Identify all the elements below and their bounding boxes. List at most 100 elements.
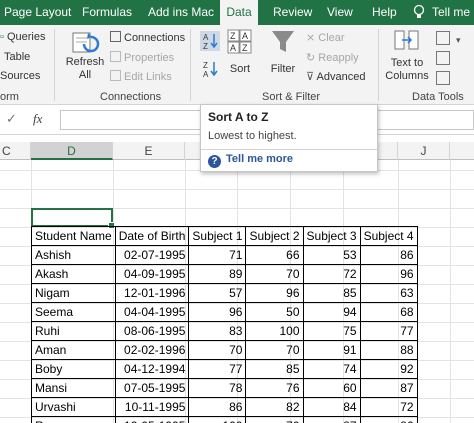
tab-view[interactable]: View: [327, 0, 353, 25]
score-cell[interactable]: 100: [188, 416, 247, 423]
properties-button[interactable]: Properties: [110, 51, 174, 64]
date-of-birth-cell[interactable]: 04-09-1995: [114, 264, 190, 284]
score-cell[interactable]: 74: [302, 359, 361, 379]
score-cell[interactable]: 89: [188, 264, 247, 284]
table-header-cell[interactable]: Student Name: [31, 226, 116, 246]
checkmark-icon[interactable]: ✓: [6, 111, 17, 127]
score-cell[interactable]: 70: [245, 264, 304, 284]
score-cell[interactable]: 86: [188, 397, 247, 417]
chevron-down-icon[interactable]: ▾: [456, 35, 461, 46]
student-name-cell[interactable]: Ashish: [31, 245, 116, 265]
score-cell[interactable]: 70: [245, 340, 304, 360]
date-of-birth-cell[interactable]: 07-05-1995: [114, 378, 190, 398]
score-cell[interactable]: 60: [302, 378, 361, 398]
tab-review[interactable]: Review: [273, 0, 312, 25]
column-header-j[interactable]: J: [398, 142, 450, 160]
score-cell[interactable]: 85: [245, 359, 304, 379]
reapply-button[interactable]: ↻ Reapply: [306, 51, 359, 64]
score-cell[interactable]: 96: [359, 264, 418, 284]
student-name-cell[interactable]: Ruhi: [31, 321, 116, 341]
tab-formulas[interactable]: Formulas: [82, 0, 132, 25]
student-name-cell[interactable]: Boby: [31, 359, 116, 379]
table-button[interactable]: Table: [4, 51, 30, 63]
column-header-e[interactable]: E: [113, 142, 185, 160]
score-cell[interactable]: 57: [188, 283, 247, 303]
edit-links-button[interactable]: Edit Links: [110, 70, 172, 83]
score-cell[interactable]: 53: [302, 245, 361, 265]
score-cell[interactable]: 66: [245, 245, 304, 265]
sort-button[interactable]: ZAAZ Sort: [224, 28, 256, 88]
student-name-cell[interactable]: Urvashi: [31, 397, 116, 417]
score-cell[interactable]: 78: [188, 378, 247, 398]
student-name-cell[interactable]: Seema: [31, 302, 116, 322]
clear-button[interactable]: ⨯ Clear: [306, 31, 345, 44]
date-of-birth-cell[interactable]: 04-04-1995: [114, 302, 190, 322]
recent-sources-button[interactable]: Sources: [0, 70, 40, 82]
tab-data[interactable]: Data: [220, 0, 258, 25]
date-of-birth-cell[interactable]: 04-12-1994: [114, 359, 190, 379]
date-of-birth-cell[interactable]: 10-11-1995: [114, 397, 190, 417]
table-header-cell[interactable]: Date of Birth: [114, 226, 190, 246]
score-cell[interactable]: 84: [302, 397, 361, 417]
score-cell[interactable]: 91: [302, 340, 361, 360]
table-header-cell[interactable]: Subject 3: [302, 226, 361, 246]
score-cell[interactable]: 77: [188, 359, 247, 379]
score-cell[interactable]: 77: [359, 321, 418, 341]
score-cell[interactable]: 68: [359, 302, 418, 322]
sort-z-to-a-button[interactable]: ZA: [200, 59, 220, 79]
queries-button[interactable]: ▫ Queries: [0, 31, 46, 43]
function-icon[interactable]: fx: [33, 111, 42, 127]
column-header-d[interactable]: D: [31, 142, 113, 160]
score-cell[interactable]: 86: [359, 416, 418, 423]
score-cell[interactable]: 72: [302, 264, 361, 284]
connections-button[interactable]: Connections: [110, 31, 185, 44]
filter-button[interactable]: Filter: [266, 28, 300, 88]
score-cell[interactable]: 94: [302, 302, 361, 322]
table-header-cell[interactable]: Subject 4: [359, 226, 418, 246]
active-cell[interactable]: [31, 208, 115, 229]
tell-me-box[interactable]: Tell me: [432, 0, 470, 25]
score-cell[interactable]: 85: [302, 283, 361, 303]
score-cell[interactable]: 92: [359, 359, 418, 379]
tab-add-ins-mac[interactable]: Add ins Mac: [148, 0, 214, 25]
column-header-c[interactable]: C: [0, 142, 31, 160]
score-cell[interactable]: 72: [359, 397, 418, 417]
score-cell[interactable]: 75: [302, 321, 361, 341]
tab-help[interactable]: Help: [372, 0, 397, 25]
text-to-columns-button[interactable]: Text to Columns: [384, 28, 430, 88]
remove-duplicates-button[interactable]: [436, 51, 450, 65]
score-cell[interactable]: 70: [188, 340, 247, 360]
student-name-cell[interactable]: Raman: [31, 416, 116, 423]
date-of-birth-cell[interactable]: 08-06-1995: [114, 321, 190, 341]
table-header-cell[interactable]: Subject 1: [188, 226, 247, 246]
score-cell[interactable]: 87: [302, 416, 361, 423]
date-of-birth-cell[interactable]: 12-01-1996: [114, 283, 190, 303]
score-cell[interactable]: 82: [245, 397, 304, 417]
tab-page-layout[interactable]: Page Layout: [4, 0, 71, 25]
score-cell[interactable]: 96: [245, 283, 304, 303]
score-cell[interactable]: 70: [245, 416, 304, 423]
date-of-birth-cell[interactable]: 12-05-1995: [114, 416, 190, 423]
score-cell[interactable]: 83: [188, 321, 247, 341]
score-cell[interactable]: 88: [359, 340, 418, 360]
table-header-cell[interactable]: Subject 2: [245, 226, 304, 246]
score-cell[interactable]: 50: [245, 302, 304, 322]
student-name-cell[interactable]: Nigam: [31, 283, 116, 303]
student-name-cell[interactable]: Aman: [31, 340, 116, 360]
score-cell[interactable]: 71: [188, 245, 247, 265]
sort-a-to-z-button[interactable]: AZ: [200, 31, 220, 51]
score-cell[interactable]: 76: [245, 378, 304, 398]
score-cell[interactable]: 63: [359, 283, 418, 303]
refresh-all-button[interactable]: Refresh All: [64, 28, 106, 88]
score-cell[interactable]: 96: [188, 302, 247, 322]
date-of-birth-cell[interactable]: 02-07-1995: [114, 245, 190, 265]
flash-fill-button[interactable]: [436, 31, 450, 45]
date-of-birth-cell[interactable]: 02-02-1996: [114, 340, 190, 360]
data-validation-button[interactable]: [436, 71, 450, 85]
student-name-cell[interactable]: Mansi: [31, 378, 116, 398]
score-cell[interactable]: 100: [245, 321, 304, 341]
tell-me-more-link[interactable]: ? Tell me more: [208, 153, 293, 168]
score-cell[interactable]: 86: [359, 245, 418, 265]
score-cell[interactable]: 87: [359, 378, 418, 398]
advanced-button[interactable]: ⊽ Advanced: [306, 70, 365, 83]
